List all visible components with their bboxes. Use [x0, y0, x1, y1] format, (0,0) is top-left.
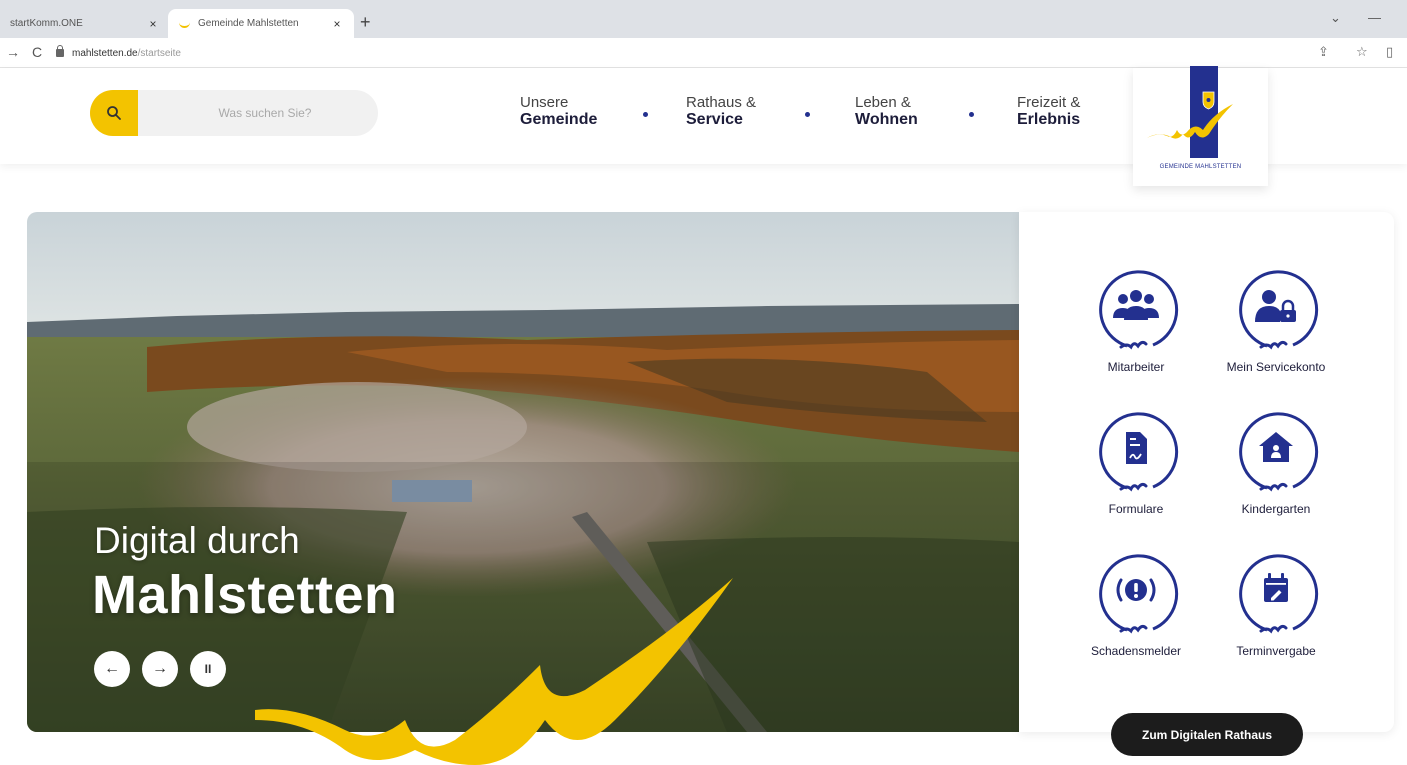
nav-item-line2: Wohnen	[855, 111, 918, 129]
nav-item-line2: Erlebnis	[1017, 111, 1081, 129]
nav-item-rathaus-service[interactable]: Rathaus & Service	[686, 94, 806, 130]
service-mein-servicekonto[interactable]: Mein Servicekonto	[1206, 266, 1346, 374]
nav-item-line1: Leben &	[855, 94, 911, 111]
browser-tabbar: startKomm.ONE × Gemeinde Mahlstetten × +…	[0, 0, 1407, 38]
nav-item-line1: Freizeit &	[1017, 94, 1081, 111]
service-label: Mein Servicekonto	[1226, 360, 1326, 374]
share-icon[interactable]: ⇪	[1318, 44, 1329, 60]
tab-title: Gemeinde Mahlstetten	[198, 18, 299, 29]
pause-icon: II	[204, 662, 212, 676]
alert-icon	[1099, 554, 1179, 634]
tab-search-chevron-icon[interactable]: ⌄	[1330, 10, 1341, 26]
nav-item-freizeit-erlebnis[interactable]: Freizeit & Erlebnis	[1017, 94, 1137, 130]
mahlstetten-logo-icon	[1147, 66, 1233, 158]
service-label: Mitarbeiter	[1107, 360, 1165, 374]
site-logo[interactable]: GEMEINDE MAHLSTETTEN	[1133, 66, 1268, 186]
site-favicon-icon	[178, 19, 192, 29]
nav-separator-dot	[969, 112, 974, 117]
slider-prev-button[interactable]: ←	[94, 651, 130, 687]
house-icon	[1239, 412, 1319, 492]
user-lock-icon	[1239, 270, 1319, 350]
nav-separator-dot	[805, 112, 810, 117]
hero-title-line1: Digital durch	[94, 520, 300, 561]
nav-item-line1: Unsere	[520, 94, 569, 111]
document-icon	[1099, 412, 1179, 492]
lock-icon	[56, 45, 64, 57]
bookmark-star-icon[interactable]: ☆	[1356, 44, 1368, 60]
calendar-icon	[1239, 554, 1319, 634]
url-host: mahlstetten.de	[72, 47, 138, 59]
slider-pause-button[interactable]: II	[190, 651, 226, 687]
nav-item-unsere-gemeinde[interactable]: Unsere Gemeinde	[520, 94, 640, 130]
yellow-swoosh-decoration	[255, 578, 733, 765]
slider-next-button[interactable]: →	[142, 651, 178, 687]
tab-title: startKomm.ONE	[10, 18, 83, 29]
service-panel: Mitarbeiter Mein Servicekonto Formulare	[1019, 212, 1394, 732]
search-input[interactable]	[138, 90, 378, 136]
back-arrow-icon[interactable]: →	[6, 44, 20, 60]
search-box	[90, 90, 378, 136]
new-tab-icon[interactable]: +	[360, 12, 371, 33]
service-formulare[interactable]: Formulare	[1066, 408, 1206, 516]
side-panel-icon[interactable]: ▯	[1386, 44, 1393, 60]
service-label: Schadensmelder	[1090, 644, 1182, 658]
browser-tab-1[interactable]: startKomm.ONE ×	[0, 9, 170, 38]
service-mitarbeiter[interactable]: Mitarbeiter	[1066, 266, 1206, 374]
reload-icon[interactable]: C	[32, 44, 42, 60]
nav-item-line2: Gemeinde	[520, 111, 598, 129]
service-label: Terminvergabe	[1236, 644, 1316, 658]
browser-tab-2[interactable]: Gemeinde Mahlstetten ×	[168, 9, 354, 38]
nav-item-line1: Rathaus &	[686, 94, 757, 111]
search-button[interactable]	[90, 90, 138, 136]
users-icon	[1099, 270, 1179, 350]
minimize-window-icon[interactable]: —	[1368, 10, 1381, 25]
nav-item-leben-wohnen[interactable]: Leben & Wohnen	[855, 94, 975, 130]
nav-item-line2: Service	[686, 111, 743, 129]
service-label: Kindergarten	[1241, 502, 1311, 516]
service-schadensmelder[interactable]: Schadensmelder	[1066, 550, 1206, 658]
digital-rathaus-button[interactable]: Zum Digitalen Rathaus	[1111, 713, 1303, 756]
service-terminvergabe[interactable]: Terminvergabe	[1206, 550, 1346, 658]
tab-close-icon[interactable]: ×	[330, 17, 344, 31]
logo-text: GEMEINDE MAHLSTETTEN	[1159, 164, 1242, 170]
service-kindergarten[interactable]: Kindergarten	[1206, 408, 1346, 516]
arrow-right-icon: →	[152, 660, 168, 677]
nav-separator-dot	[643, 112, 648, 117]
tab-close-icon[interactable]: ×	[146, 17, 160, 31]
service-label: Formulare	[1108, 502, 1164, 516]
browser-toolbar: → C mahlstetten.de/startseite ⇪ ☆ ▯	[0, 38, 1407, 68]
search-icon	[107, 106, 121, 120]
arrow-left-icon: ←	[104, 660, 120, 677]
url-path: /startseite	[137, 47, 181, 59]
address-bar[interactable]: mahlstetten.de/startseite	[56, 43, 1306, 63]
